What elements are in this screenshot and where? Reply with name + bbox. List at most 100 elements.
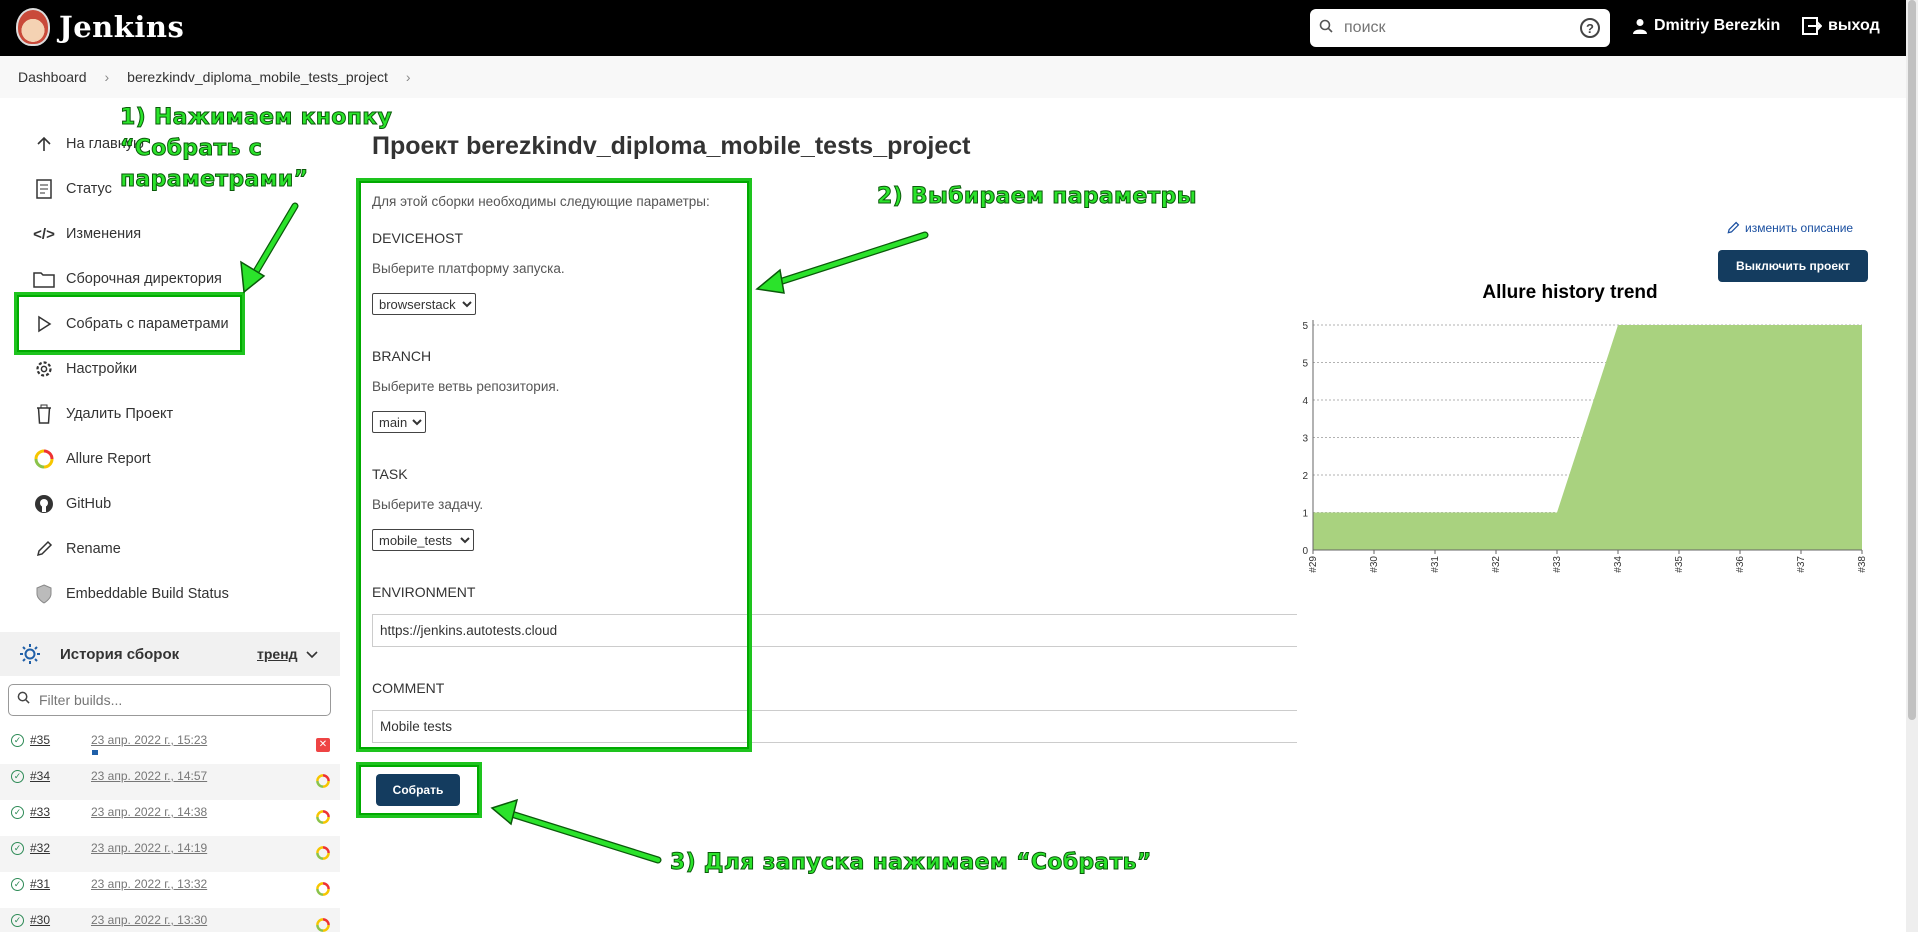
- sidebar-item-label: GitHub: [66, 496, 112, 512]
- edit-description-link[interactable]: изменить описание: [1726, 221, 1853, 235]
- annotation-highlight-build-params: [14, 292, 245, 355]
- sidebar-item-label: Удалить Проект: [66, 406, 174, 422]
- annotation-step-3: 3) Для запуска нажимаем “Собрать”: [670, 850, 1152, 876]
- search-box: ?: [1310, 9, 1610, 47]
- help-icon[interactable]: ?: [1580, 18, 1600, 38]
- build-number[interactable]: #32: [30, 841, 50, 855]
- page-scrollbar-thumb[interactable]: [1908, 0, 1916, 720]
- x-tick-label: #30: [1369, 556, 1380, 573]
- search-icon: [9, 691, 37, 709]
- y-tick-label: 3: [1302, 434, 1308, 445]
- sidebar-item-changes[interactable]: </> Изменения: [32, 219, 141, 249]
- build-number[interactable]: #35: [30, 733, 50, 747]
- success-icon: ✓: [11, 878, 24, 891]
- annotation-highlight-params: [356, 178, 752, 752]
- sidebar-item-workspace[interactable]: Сборочная директория: [32, 264, 222, 294]
- y-tick-label: 2: [1302, 471, 1308, 482]
- sidebar-item-github[interactable]: GitHub: [32, 489, 111, 519]
- x-tick-label: #34: [1613, 556, 1624, 573]
- allure-icon[interactable]: [316, 774, 330, 788]
- annotation-step-2: 2) Выбираем параметры: [877, 184, 1198, 210]
- x-tick-label: #36: [1735, 556, 1746, 573]
- pencil-icon: [32, 537, 56, 561]
- code-icon: </>: [33, 225, 55, 243]
- sidebar-item-embeddable-build-status[interactable]: Embeddable Build Status: [32, 579, 229, 609]
- chevron-down-icon[interactable]: [306, 647, 318, 665]
- sidebar-item-label: Изменения: [66, 226, 142, 242]
- build-row[interactable]: ✓ #35 23 апр. 2022 г., 15:23 ✕: [0, 728, 340, 764]
- build-row[interactable]: ✓ #31 23 апр. 2022 г., 13:32: [0, 872, 340, 908]
- build-history-header: История сборок тренд: [0, 632, 340, 676]
- logout-link[interactable]: выход: [1802, 17, 1880, 35]
- build-history-title: История сборок: [60, 645, 180, 663]
- disable-project-button[interactable]: Выключить проект: [1718, 250, 1868, 282]
- x-tick-label: #32: [1491, 556, 1502, 573]
- progress-indicator: [92, 750, 98, 755]
- build-number[interactable]: #34: [30, 769, 50, 783]
- x-tick-label: #37: [1796, 556, 1807, 573]
- x-tick-label: #33: [1552, 556, 1563, 573]
- search-input[interactable]: [1342, 18, 1562, 38]
- trash-icon: [32, 402, 56, 426]
- annotation-highlight-build-button: [356, 762, 482, 818]
- logout-icon: [1802, 17, 1822, 35]
- build-number[interactable]: #30: [30, 913, 50, 927]
- sidebar-item-allure-report[interactable]: Allure Report: [32, 444, 151, 474]
- sidebar-item-label: Настройки: [66, 361, 138, 377]
- failed-report-icon[interactable]: ✕: [316, 738, 330, 752]
- allure-icon[interactable]: [316, 882, 330, 896]
- sidebar-item-status[interactable]: Статус: [32, 174, 112, 204]
- sidebar-item-label: Статус: [66, 181, 112, 197]
- y-tick-label: 1: [1302, 509, 1308, 520]
- success-icon: ✓: [11, 734, 24, 747]
- arrowhead-icon: [755, 268, 785, 294]
- x-tick-label: #35: [1674, 556, 1685, 573]
- jenkins-logo[interactable]: Jenkins: [16, 8, 184, 46]
- sidebar-item-rename[interactable]: Rename: [32, 534, 121, 564]
- y-tick-label: 4: [1302, 396, 1308, 407]
- user-icon: [1633, 19, 1647, 34]
- sidebar-item-delete-project[interactable]: Удалить Проект: [32, 399, 173, 429]
- allure-icon[interactable]: [316, 810, 330, 824]
- sun-icon: [20, 644, 40, 669]
- x-tick-label: #29: [1308, 556, 1319, 573]
- build-date[interactable]: 23 апр. 2022 г., 13:32: [91, 877, 207, 891]
- search-icon: [1310, 19, 1342, 38]
- allure-icon[interactable]: [316, 918, 330, 932]
- sidebar-item-label: Allure Report: [66, 451, 151, 467]
- build-row[interactable]: ✓ #32 23 апр. 2022 г., 14:19: [0, 836, 340, 872]
- pencil-icon: [1727, 221, 1740, 234]
- build-row[interactable]: ✓ #30 23 апр. 2022 г., 13:30: [0, 908, 340, 932]
- sidebar-item-label: Сборочная директория: [66, 271, 222, 287]
- top-header: Jenkins ? Dmitriy Berezkin выход: [0, 0, 1918, 56]
- logo-text: Jenkins: [59, 10, 185, 44]
- annotation-step-1-line-3: параметрами”: [119, 167, 309, 193]
- build-date[interactable]: 23 апр. 2022 г., 14:19: [91, 841, 207, 855]
- user-link[interactable]: Dmitriy Berezkin: [1632, 17, 1780, 35]
- build-number[interactable]: #31: [30, 877, 50, 891]
- filter-builds-input[interactable]: [37, 691, 317, 709]
- sidebar-item-configure[interactable]: Настройки: [32, 354, 137, 384]
- annotation-step-1-line-2: “Собрать с: [119, 136, 263, 162]
- y-tick-label: 5: [1302, 321, 1308, 332]
- build-date[interactable]: 23 апр. 2022 г., 13:30: [91, 913, 207, 927]
- build-number[interactable]: #33: [30, 805, 50, 819]
- allure-history-chart: 0 1 2 3 4 5 5 #29 #30 #31 #32 #33 #34 #35 #36 #37 #38: [1302, 320, 1868, 573]
- build-date[interactable]: 23 апр. 2022 г., 14:57: [91, 769, 207, 783]
- sidebar-item-label: Embeddable Build Status: [66, 586, 229, 602]
- build-row[interactable]: ✓ #34 23 апр. 2022 г., 14:57: [0, 764, 340, 800]
- build-row[interactable]: ✓ #33 23 апр. 2022 г., 14:38: [0, 800, 340, 836]
- y-tick-label: 0: [1302, 546, 1308, 557]
- chevron-right-icon[interactable]: ›: [406, 69, 411, 85]
- success-icon: ✓: [11, 842, 24, 855]
- gear-icon: [32, 357, 56, 381]
- sidebar-item-label: Rename: [66, 541, 121, 557]
- build-date[interactable]: 23 апр. 2022 г., 14:38: [91, 805, 207, 819]
- allure-icon[interactable]: [316, 846, 330, 860]
- build-date[interactable]: 23 апр. 2022 г., 15:23: [91, 733, 207, 747]
- breadcrumb-dashboard[interactable]: Dashboard: [18, 69, 87, 85]
- arrowhead-icon: [490, 798, 519, 826]
- success-icon: ✓: [11, 770, 24, 783]
- trend-link[interactable]: тренд: [257, 646, 298, 662]
- breadcrumb-project[interactable]: berezkindv_diploma_mobile_tests_project: [127, 69, 388, 85]
